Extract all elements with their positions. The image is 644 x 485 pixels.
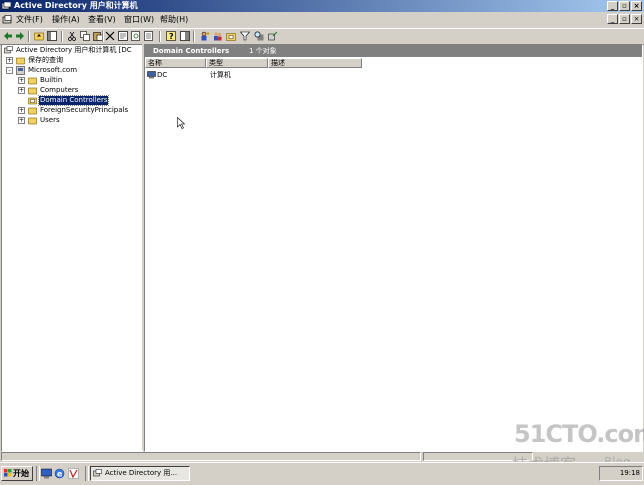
- menu-help[interactable]: 帮助(H): [160, 13, 188, 27]
- taskbar-button-active-directory[interactable]: Active Directory 用...: [90, 466, 190, 481]
- menu-file[interactable]: 文件(F): [16, 13, 43, 27]
- collapse-minus-icon[interactable]: -: [6, 67, 13, 74]
- app-window: Active Directory 用户和计算机 _ ▫ × 文件(F) 操作(A…: [0, 0, 644, 485]
- menu-action[interactable]: 操作(A): [52, 13, 80, 27]
- delete-icon[interactable]: [105, 31, 115, 41]
- start-button[interactable]: 开始: [1, 466, 33, 481]
- new-user-icon[interactable]: [200, 31, 210, 41]
- child-restore-button[interactable]: ▫: [619, 14, 630, 24]
- taskbar-divider: [36, 466, 40, 481]
- tree-label-root: Active Directory 用户和计算机 [DC: [16, 46, 132, 54]
- tree-label-domain: Microsoft.com: [28, 66, 78, 74]
- tree-label-domain-controllers: Domain Controllers: [37, 95, 110, 106]
- system-tray: 19:18: [599, 466, 643, 481]
- filter-icon[interactable]: [240, 31, 250, 41]
- tree-label-users: Users: [40, 116, 60, 124]
- status-panel-main: [1, 452, 421, 461]
- domain-icon: [16, 66, 25, 75]
- internet-explorer-icon[interactable]: e: [54, 468, 65, 479]
- find-icon[interactable]: [254, 31, 264, 41]
- child-close-button[interactable]: ×: [631, 14, 642, 24]
- column-header-name[interactable]: 名称: [145, 58, 206, 68]
- tree-label-builtin: Builtin: [40, 76, 63, 84]
- up-folder-icon[interactable]: [34, 31, 44, 41]
- folder-icon: [28, 77, 37, 85]
- details-header-title: Domain Controllers: [153, 47, 230, 55]
- menu-window[interactable]: 窗口(W): [124, 13, 154, 27]
- expand-plus-icon[interactable]: +: [18, 107, 25, 114]
- details-header: Domain Controllers 1 个对象: [145, 45, 642, 57]
- copy-icon[interactable]: [80, 31, 90, 41]
- folder-icon: [28, 87, 37, 95]
- taskbar: 开始 e Active Directory 用... 19:18: [0, 462, 644, 485]
- minimize-button[interactable]: _: [607, 1, 618, 11]
- close-button[interactable]: ×: [631, 1, 642, 11]
- properties-icon[interactable]: [118, 31, 128, 41]
- clock[interactable]: 19:18: [620, 469, 640, 477]
- show-desktop-icon[interactable]: [41, 468, 52, 479]
- tree-label-foreign-security-principals: ForeignSecurityPrincipals: [40, 106, 129, 114]
- column-header-type[interactable]: 类型: [206, 58, 268, 68]
- watermark-site: 51CTO.com: [514, 420, 644, 448]
- refresh-icon[interactable]: [131, 31, 141, 41]
- expand-plus-icon[interactable]: +: [6, 57, 13, 64]
- toolbar: ?: [0, 28, 644, 45]
- windows-logo-icon: [4, 469, 12, 477]
- item-type: 计算机: [210, 71, 231, 79]
- menu-view[interactable]: 查看(V): [88, 13, 116, 27]
- mouse-cursor-icon: [177, 117, 185, 129]
- taskbar-divider: [85, 466, 89, 481]
- console-icon[interactable]: [2, 15, 12, 25]
- show-hide-tree-icon[interactable]: [47, 31, 57, 41]
- svg-text:e: e: [57, 470, 63, 479]
- details-header-count: 1 个对象: [249, 47, 277, 55]
- new-ou-icon[interactable]: [226, 31, 236, 41]
- expand-plus-icon[interactable]: +: [18, 117, 25, 124]
- computer-icon: [147, 71, 156, 79]
- item-name: DC: [157, 71, 168, 79]
- cut-icon[interactable]: [67, 31, 77, 41]
- svg-text:?: ?: [169, 32, 174, 41]
- app-icon: [2, 2, 11, 10]
- details-pane: Domain Controllers 1 个对象 名称 类型 描述 DC 计算机: [144, 44, 643, 452]
- new-group-icon[interactable]: [213, 31, 223, 41]
- tree-label-computers: Computers: [40, 86, 79, 94]
- ou-folder-icon: [28, 97, 37, 105]
- expand-plus-icon[interactable]: +: [18, 87, 25, 94]
- folder-icon: [28, 117, 37, 125]
- menu-bar: 文件(F) 操作(A) 查看(V) 窗口(W) 帮助(H): [0, 13, 644, 27]
- forward-arrow-icon[interactable]: [15, 31, 25, 41]
- title-bar[interactable]: Active Directory 用户和计算机 _ ▫ ×: [0, 0, 644, 12]
- child-minimize-button[interactable]: _: [607, 14, 618, 24]
- ad-users-computers-icon: [93, 469, 102, 477]
- ad-users-computers-icon: [4, 46, 13, 54]
- console-tree: Active Directory 用户和计算机 [DC + 保存的查询 - Mi…: [1, 44, 143, 452]
- window-title: Active Directory 用户和计算机: [14, 1, 138, 10]
- expand-plus-icon[interactable]: +: [18, 77, 25, 84]
- column-header-description[interactable]: 描述: [268, 58, 362, 68]
- vmware-icon[interactable]: [68, 468, 79, 479]
- restore-button[interactable]: ▫: [619, 1, 630, 11]
- action-pane-icon[interactable]: [180, 31, 190, 41]
- export-list-icon[interactable]: [144, 31, 154, 41]
- add-to-group-icon[interactable]: [268, 31, 278, 41]
- start-label: 开始: [13, 469, 29, 478]
- folder-icon: [16, 57, 25, 65]
- taskbar-button-label: Active Directory 用...: [105, 469, 178, 477]
- help-icon[interactable]: ?: [166, 31, 176, 41]
- folder-icon: [28, 107, 37, 115]
- tree-label-saved-queries: 保存的查询: [28, 56, 63, 64]
- back-arrow-icon[interactable]: [3, 31, 13, 41]
